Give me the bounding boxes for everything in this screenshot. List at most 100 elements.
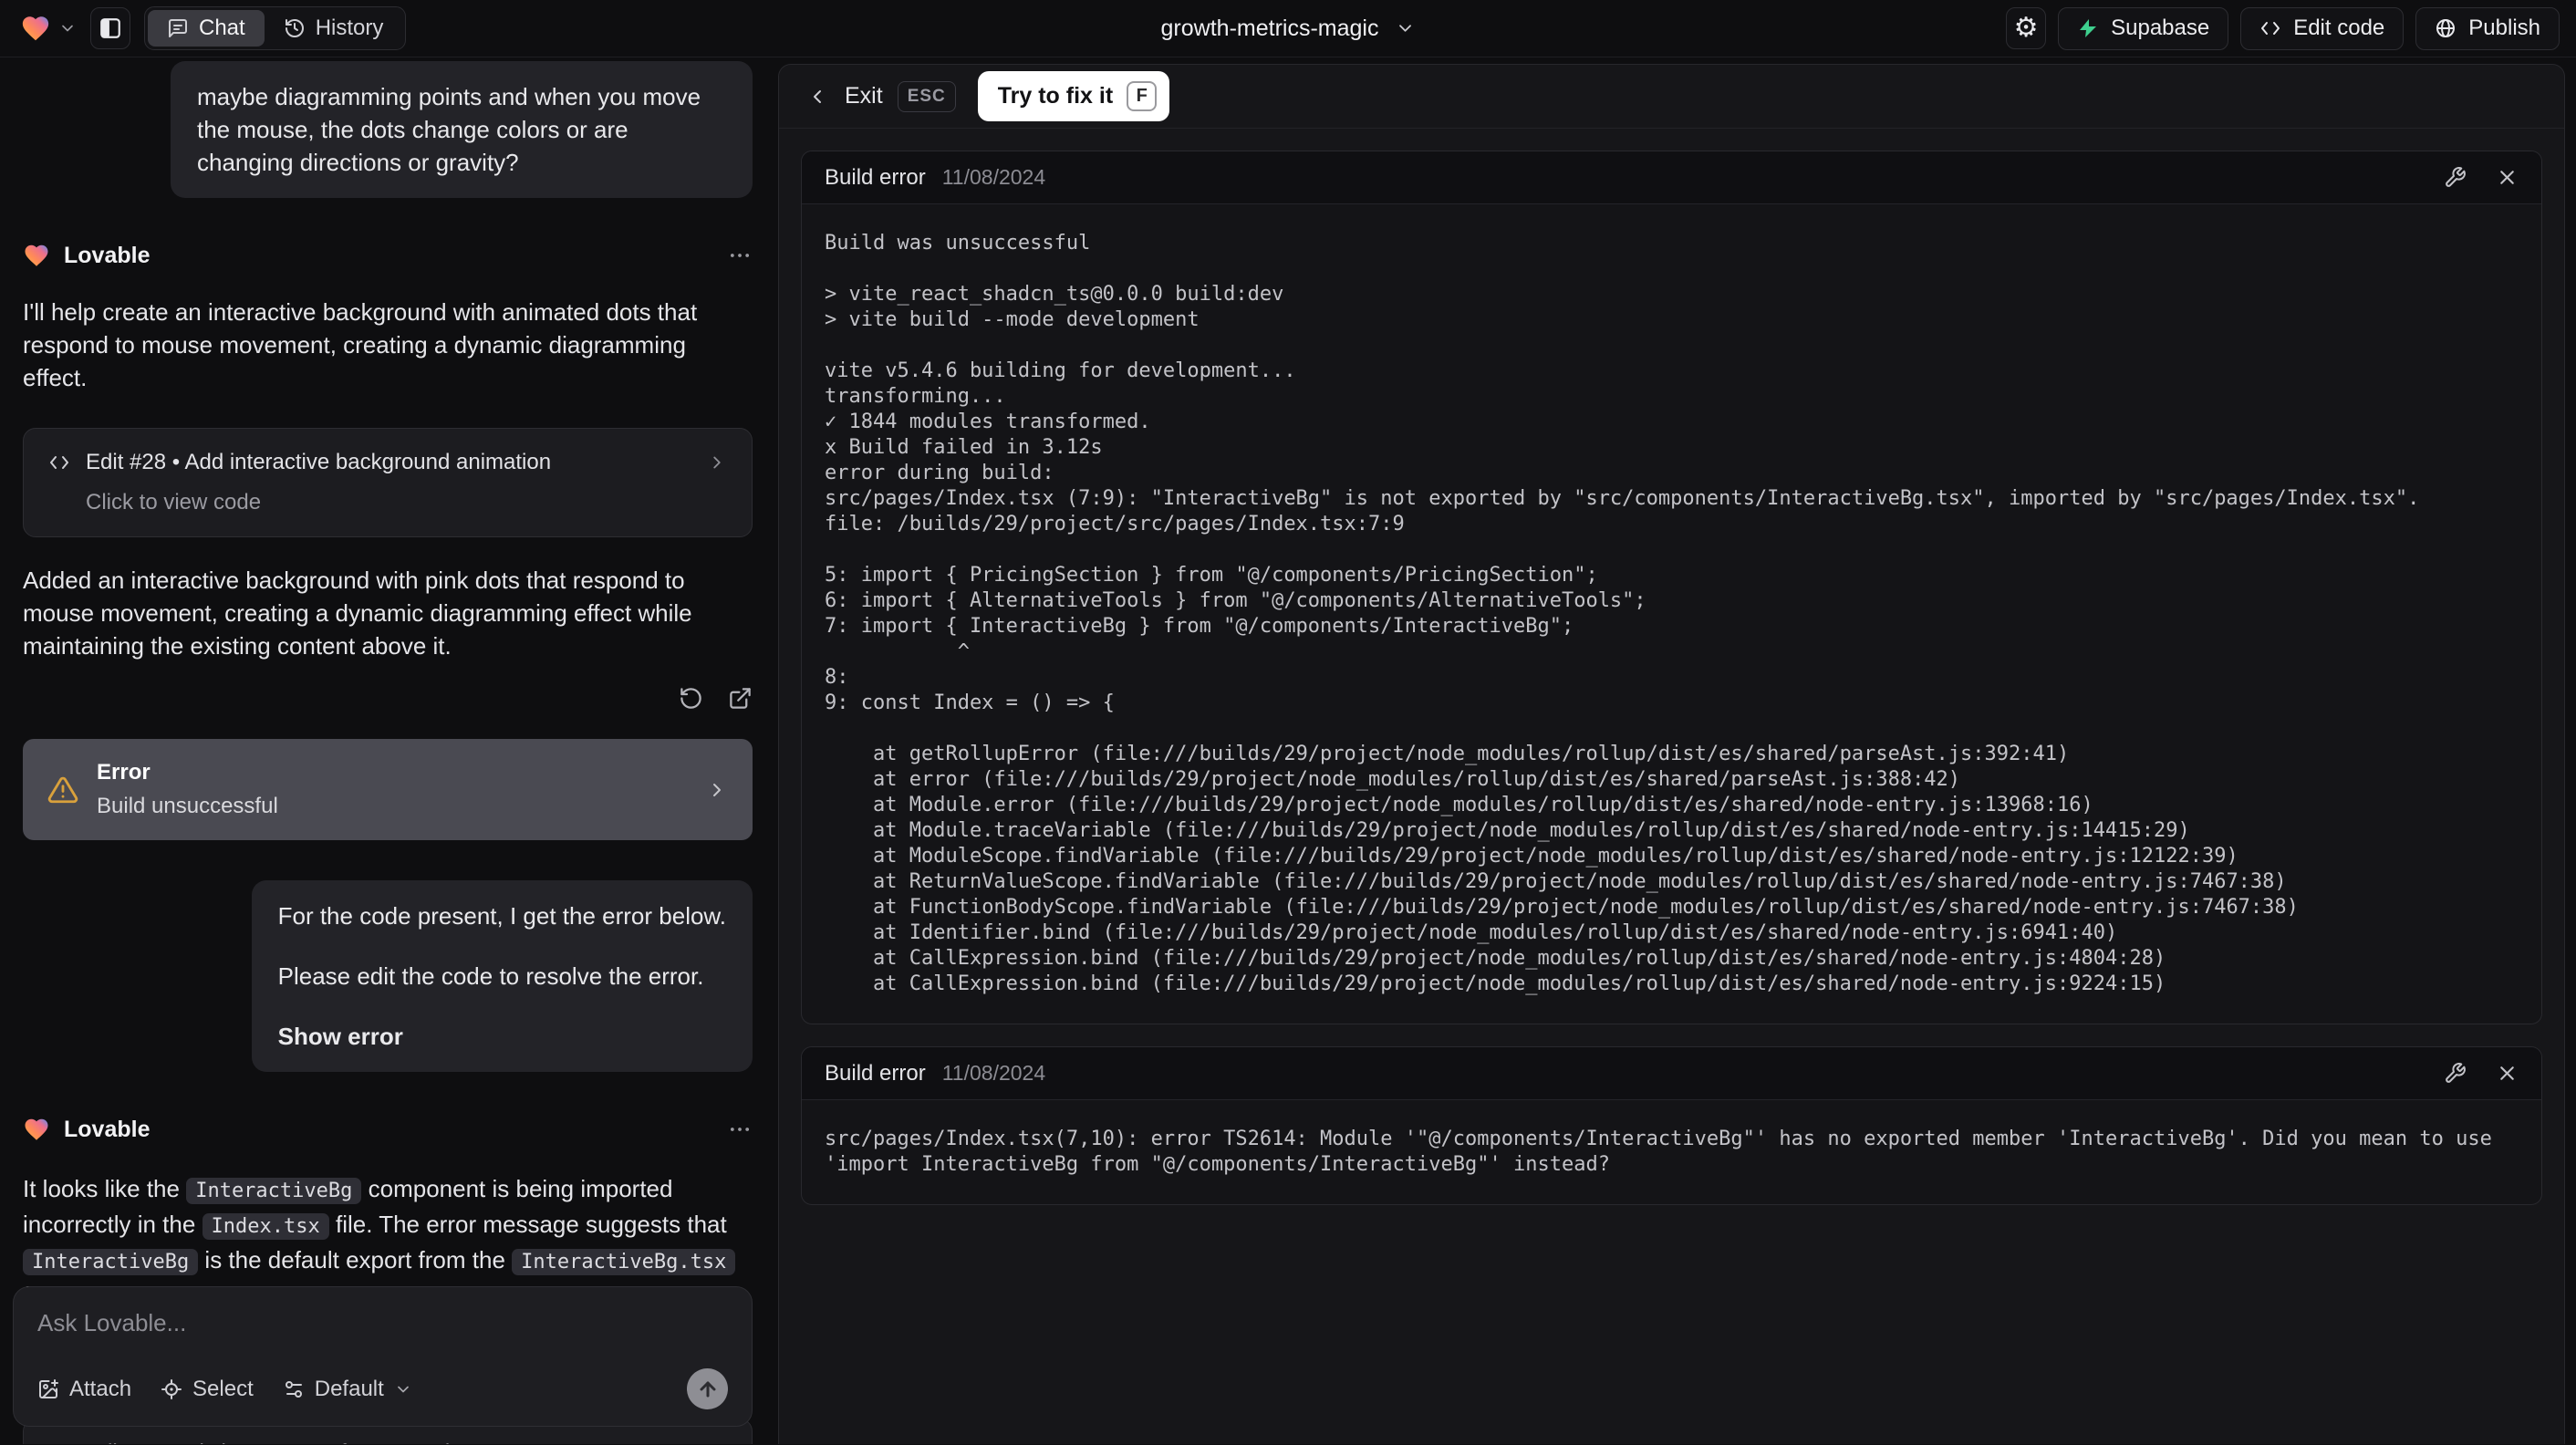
build-error-title: Build error bbox=[825, 164, 926, 190]
lovable-logo-menu[interactable] bbox=[20, 13, 77, 44]
model-label: Default bbox=[314, 1376, 384, 1401]
error-detail-panel: Exit ESC Try to fix it F Build error 11/… bbox=[778, 64, 2565, 1444]
panel-left-icon bbox=[100, 18, 120, 38]
build-error-date: 11/08/2024 bbox=[941, 165, 1046, 189]
message-menu-button[interactable] bbox=[727, 243, 753, 268]
image-plus-icon bbox=[39, 1378, 58, 1398]
sidebar-toggle-button[interactable] bbox=[90, 7, 130, 49]
tab-chat-label: Chat bbox=[199, 16, 245, 40]
build-error-log: src/pages/Index.tsx(7,10): error TS2614:… bbox=[825, 1128, 2505, 1176]
build-error-status-card[interactable]: Error Build unsuccessful bbox=[23, 739, 753, 840]
chevron-right-icon bbox=[713, 783, 721, 796]
close-error-button[interactable] bbox=[2496, 1062, 2519, 1085]
history-icon bbox=[285, 19, 304, 37]
edit-code-label: Edit code bbox=[2293, 16, 2385, 40]
edit-card-subtitle: Click to view code bbox=[86, 490, 262, 515]
supabase-button[interactable]: Supabase bbox=[2058, 6, 2229, 50]
chat-sidebar: maybe diagramming points and when you mo… bbox=[0, 57, 771, 1444]
edit-card-title: Edit #29 • Fix import error for Interact… bbox=[86, 1440, 500, 1444]
message-menu-button[interactable] bbox=[727, 1117, 753, 1142]
chevron-right-icon bbox=[707, 1443, 727, 1444]
tab-history[interactable]: History bbox=[265, 10, 403, 47]
error-panel-header: Exit ESC Try to fix it F bbox=[779, 65, 2564, 129]
edit-code-button[interactable]: Edit code bbox=[2240, 6, 2405, 50]
publish-button[interactable]: Publish bbox=[2415, 6, 2560, 50]
assistant-name: Lovable bbox=[64, 1116, 151, 1142]
user-message: For the code present, I get the error be… bbox=[251, 880, 753, 1072]
build-error-card: Build error 11/08/2024 src/pages/Index.t… bbox=[801, 1046, 2542, 1205]
chat-composer: Attach Select Default bbox=[13, 1286, 753, 1427]
try-to-fix-button[interactable]: Try to fix it F bbox=[977, 71, 1170, 121]
supabase-bolt-icon bbox=[2080, 19, 2097, 37]
code-brackets-icon bbox=[2261, 22, 2280, 35]
build-error-card: Build error 11/08/2024 Build was unsucce… bbox=[801, 151, 2542, 1024]
chat-input[interactable] bbox=[37, 1309, 728, 1364]
code-brackets-icon bbox=[48, 1442, 70, 1444]
chevron-right-icon bbox=[713, 456, 721, 469]
sliders-icon bbox=[285, 1380, 302, 1398]
close-icon bbox=[2500, 1066, 2514, 1080]
ellipsis-icon bbox=[730, 1128, 750, 1131]
edit-card-title: Edit #28 • Add interactive background an… bbox=[86, 450, 552, 474]
attach-button[interactable]: Attach bbox=[37, 1377, 131, 1402]
edit-card-28[interactable]: Edit #28 • Add interactive background an… bbox=[23, 428, 753, 537]
chevron-left-icon bbox=[814, 89, 821, 103]
warning-triangle-icon bbox=[47, 776, 78, 803]
user-message-line: Please edit the code to resolve the erro… bbox=[277, 962, 704, 990]
user-message-text: maybe diagramming points and when you mo… bbox=[197, 83, 701, 176]
send-button[interactable] bbox=[687, 1368, 728, 1409]
lovable-heart-icon bbox=[25, 1118, 48, 1140]
attach-label: Attach bbox=[69, 1376, 132, 1401]
error-panel-body: Build error 11/08/2024 Build was unsucce… bbox=[779, 129, 2564, 1205]
build-error-card-header: Build error 11/08/2024 bbox=[802, 151, 2541, 204]
error-card-title: Error bbox=[97, 760, 151, 785]
chevron-down-icon bbox=[62, 25, 73, 32]
build-error-log: Build was unsuccessful > vite_react_shad… bbox=[825, 232, 2420, 995]
gear-icon: ⚙ bbox=[2013, 13, 2039, 43]
assistant-message-header: Lovable bbox=[23, 242, 753, 269]
arrow-up-icon bbox=[700, 1381, 715, 1397]
project-title: growth-metrics-magic bbox=[1160, 15, 1379, 41]
wrench-icon bbox=[2446, 167, 2466, 187]
assistant-summary-text: Added an interactive background with pin… bbox=[23, 567, 692, 660]
assistant-intro-text: I'll help create an interactive backgrou… bbox=[23, 298, 698, 391]
exit-label: Exit bbox=[845, 83, 883, 109]
ellipsis-icon bbox=[730, 254, 750, 257]
select-label: Select bbox=[192, 1376, 254, 1401]
chevron-down-icon bbox=[1399, 25, 1411, 32]
build-error-card-header: Build error 11/08/2024 bbox=[802, 1047, 2541, 1100]
close-error-button[interactable] bbox=[2496, 166, 2519, 189]
show-error-text: Show error bbox=[277, 1023, 403, 1050]
rotate-ccw-icon bbox=[680, 688, 701, 709]
assistant-name: Lovable bbox=[64, 242, 151, 268]
globe-icon bbox=[2436, 19, 2456, 37]
tab-chat[interactable]: Chat bbox=[148, 10, 265, 47]
fix-with-ai-button[interactable] bbox=[2444, 1062, 2467, 1085]
app-header: Chat History growth-metrics-magic ⚙ Supa… bbox=[0, 0, 2576, 57]
fix-with-ai-button[interactable] bbox=[2444, 166, 2467, 189]
error-card-subtitle: Build unsuccessful bbox=[97, 794, 278, 818]
chevron-down-icon bbox=[397, 1386, 409, 1392]
lovable-heart-icon bbox=[22, 16, 49, 41]
build-error-date: 11/08/2024 bbox=[941, 1061, 1046, 1085]
settings-button[interactable]: ⚙ bbox=[2006, 7, 2047, 49]
exit-button[interactable]: Exit bbox=[806, 83, 883, 109]
supabase-label: Supabase bbox=[2111, 16, 2210, 40]
model-selector[interactable]: Default bbox=[283, 1377, 412, 1402]
restore-button[interactable] bbox=[679, 686, 703, 711]
open-preview-button[interactable] bbox=[728, 686, 753, 711]
external-link-icon bbox=[730, 688, 751, 709]
project-switcher[interactable]: growth-metrics-magic bbox=[1161, 16, 1416, 42]
chat-history-tabs: Chat History bbox=[144, 6, 407, 50]
close-icon bbox=[2500, 171, 2514, 184]
wrench-icon bbox=[2446, 1063, 2466, 1083]
esc-key-badge: ESC bbox=[897, 80, 956, 112]
assistant-message-header: Lovable bbox=[23, 1116, 753, 1143]
user-message-line: For the code present, I get the error be… bbox=[277, 902, 726, 930]
user-message: maybe diagramming points and when you mo… bbox=[171, 61, 753, 198]
tab-history-label: History bbox=[315, 16, 384, 40]
lovable-heart-icon bbox=[25, 244, 48, 266]
select-target-icon bbox=[161, 1378, 182, 1399]
select-button[interactable]: Select bbox=[161, 1377, 254, 1402]
code-brackets-icon bbox=[50, 456, 68, 469]
